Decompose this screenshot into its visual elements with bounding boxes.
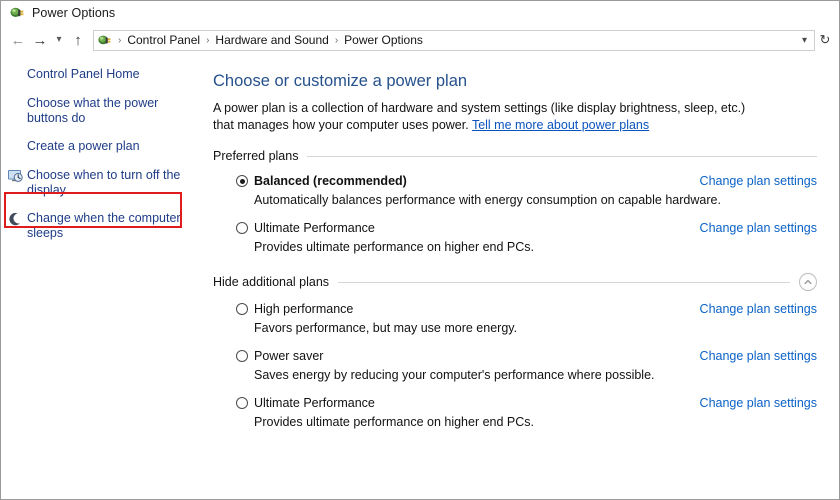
plan-ultimate-performance-additional: Ultimate Performance Change plan setting… — [219, 396, 817, 430]
address-power-plug-icon — [97, 33, 112, 48]
preferred-plans-label: Preferred plans — [213, 149, 307, 163]
section-divider — [338, 282, 790, 283]
main-panel: Choose or customize a power plan A power… — [206, 55, 839, 499]
chevron-down-icon[interactable]: ▾ — [51, 29, 67, 51]
plan-name: Ultimate Performance — [254, 396, 686, 411]
breadcrumb-separator-2: › — [331, 35, 342, 46]
power-options-window: Power Options ← → ▾ ↑ › Control Panel › — [0, 0, 840, 500]
plan-name: High performance — [254, 302, 686, 317]
sidebar-item-turn-off-display[interactable]: Choose when to turn off the display — [1, 168, 206, 198]
plan-power-saver: Power saver Change plan settings Saves e… — [219, 349, 817, 383]
sidebar-item-label: Control Panel Home — [27, 67, 140, 82]
sidebar-item-label: Create a power plan — [27, 139, 140, 154]
chevron-up-circle-icon[interactable] — [799, 273, 817, 291]
change-plan-settings-link[interactable]: Change plan settings — [700, 174, 817, 188]
arrow-right-icon[interactable]: → — [29, 29, 51, 51]
moon-sleep-icon — [7, 211, 23, 227]
sidebar: Control Panel Home Choose what the power… — [1, 55, 206, 499]
navigation-bar: ← → ▾ ↑ › Control Panel › Hardware and S… — [1, 25, 839, 55]
sidebar-item-label: Choose what the power buttons do — [27, 96, 195, 126]
sidebar-item-change-when-computer-sleeps[interactable]: Change when the computer sleeps — [1, 211, 206, 241]
plan-ultimate-performance-preferred: Ultimate Performance Change plan setting… — [219, 221, 817, 255]
radio-ultimate-performance[interactable] — [236, 222, 248, 234]
radio-ultimate-performance-additional[interactable] — [236, 397, 248, 409]
sidebar-item-create-power-plan[interactable]: Create a power plan — [1, 139, 206, 155]
plan-row[interactable]: Ultimate Performance Change plan setting… — [236, 396, 817, 411]
hide-additional-plans-label: Hide additional plans — [213, 275, 338, 289]
change-plan-settings-link[interactable]: Change plan settings — [700, 349, 817, 363]
radio-power-saver[interactable] — [236, 350, 248, 362]
plan-description: Provides ultimate performance on higher … — [236, 239, 817, 255]
arrow-left-icon[interactable]: ← — [7, 29, 29, 51]
plan-high-performance: High performance Change plan settings Fa… — [219, 302, 817, 336]
breadcrumb-separator-0: › — [114, 35, 125, 46]
plan-name: Ultimate Performance — [254, 221, 686, 236]
breadcrumb-separator-1: › — [202, 35, 213, 46]
change-plan-settings-link[interactable]: Change plan settings — [700, 396, 817, 410]
monitor-clock-icon — [7, 168, 23, 184]
change-plan-settings-link[interactable]: Change plan settings — [700, 302, 817, 316]
breadcrumb: › Control Panel › Hardware and Sound › P… — [114, 33, 799, 47]
breadcrumb-item-power-options[interactable]: Power Options — [342, 33, 425, 47]
sidebar-item-control-panel-home[interactable]: Control Panel Home — [1, 67, 206, 83]
sidebar-item-label: Change when the computer sleeps — [27, 211, 195, 241]
plan-balanced: Balanced (recommended) Change plan setti… — [219, 174, 817, 208]
tell-me-more-link[interactable]: Tell me more about power plans — [472, 118, 649, 132]
title-bar: Power Options — [1, 1, 839, 25]
page-title: Choose or customize a power plan — [213, 71, 817, 91]
plan-description: Automatically balances performance with … — [236, 192, 817, 208]
plan-row[interactable]: Balanced (recommended) Change plan setti… — [236, 174, 817, 189]
preferred-plans-list: Balanced (recommended) Change plan setti… — [213, 174, 817, 255]
additional-plans-list: High performance Change plan settings Fa… — [213, 302, 817, 430]
preferred-plans-header: Preferred plans — [213, 149, 817, 163]
content-area: Control Panel Home Choose what the power… — [1, 55, 839, 499]
sidebar-item-label: Choose when to turn off the display — [27, 168, 195, 198]
plan-row[interactable]: Power saver Change plan settings — [236, 349, 817, 364]
plan-description: Saves energy by reducing your computer's… — [236, 367, 817, 383]
refresh-icon[interactable]: ↻ — [815, 29, 835, 51]
address-dropdown-chevron-down-icon[interactable]: ▾ — [799, 35, 810, 46]
radio-balanced[interactable] — [236, 175, 248, 187]
section-divider — [307, 156, 817, 157]
additional-plans-header: Hide additional plans — [213, 273, 817, 291]
plan-name: Balanced (recommended) — [254, 174, 686, 189]
breadcrumb-item-hardware-and-sound[interactable]: Hardware and Sound — [213, 33, 330, 47]
window-title: Power Options — [32, 6, 115, 20]
arrow-up-icon[interactable]: ↑ — [67, 29, 89, 51]
power-plug-icon — [9, 5, 25, 21]
intro-paragraph: A power plan is a collection of hardware… — [213, 100, 769, 133]
radio-high-performance[interactable] — [236, 303, 248, 315]
plan-name: Power saver — [254, 349, 686, 364]
change-plan-settings-link[interactable]: Change plan settings — [700, 221, 817, 235]
plan-row[interactable]: Ultimate Performance Change plan setting… — [236, 221, 817, 236]
sidebar-item-choose-power-buttons[interactable]: Choose what the power buttons do — [1, 96, 206, 126]
address-bar[interactable]: › Control Panel › Hardware and Sound › P… — [93, 30, 815, 51]
plan-row[interactable]: High performance Change plan settings — [236, 302, 817, 317]
plan-description: Favors performance, but may use more ene… — [236, 320, 817, 336]
breadcrumb-item-control-panel[interactable]: Control Panel — [125, 33, 202, 47]
plan-description: Provides ultimate performance on higher … — [236, 414, 817, 430]
